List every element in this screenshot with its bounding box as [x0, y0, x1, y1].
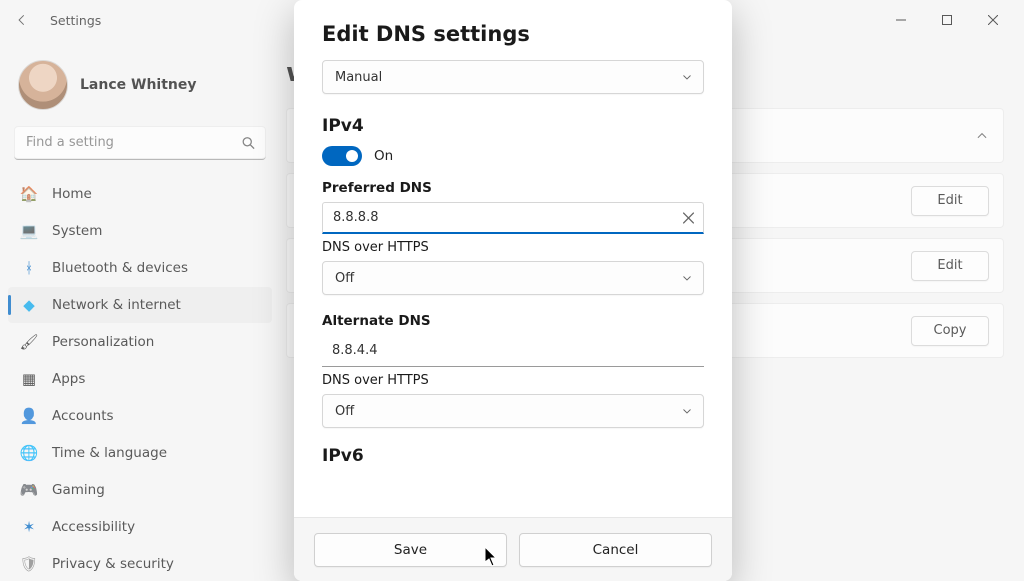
dialog-title: Edit DNS settings — [322, 22, 704, 46]
clear-input-button[interactable] — [683, 213, 694, 224]
sidebar-item-personalization[interactable]: 🖌 Personalization — [8, 324, 272, 360]
gaming-icon: 🎮 — [20, 481, 38, 499]
sidebar-item-gaming[interactable]: 🎮 Gaming — [8, 472, 272, 508]
dialog-footer: Save Cancel — [294, 517, 732, 581]
dns-settings-dialog: Edit DNS settings Manual IPv4 On Preferr… — [294, 0, 732, 581]
sidebar-item-privacy[interactable]: 🛡 Privacy & security — [8, 546, 272, 581]
copy-button[interactable]: Copy — [911, 316, 989, 346]
user-name: Lance Whitney — [80, 77, 197, 93]
avatar — [18, 60, 68, 110]
doh2-label: DNS over HTTPS — [322, 373, 704, 388]
user-block[interactable]: Lance Whitney — [8, 52, 272, 126]
dns-mode-select[interactable]: Manual — [322, 60, 704, 94]
home-icon: 🏠 — [20, 185, 38, 203]
accessibility-icon: ✶ — [20, 518, 38, 536]
save-button[interactable]: Save — [314, 533, 507, 567]
sidebar-item-bluetooth[interactable]: ᚼ Bluetooth & devices — [8, 250, 272, 286]
minimize-button[interactable] — [878, 4, 924, 36]
privacy-icon: 🛡 — [20, 555, 38, 573]
nav: 🏠 Home 💻 System ᚼ Bluetooth & devices ◆ Netw… — [8, 176, 272, 581]
sidebar-item-label: Accessibility — [52, 519, 135, 535]
sidebar-item-time[interactable]: 🌐 Time & language — [8, 435, 272, 471]
sidebar-item-label: Apps — [52, 371, 85, 387]
time-icon: 🌐 — [20, 444, 38, 462]
sidebar-item-label: Privacy & security — [52, 556, 174, 572]
search-input[interactable] — [14, 126, 266, 160]
sidebar-item-accessibility[interactable]: ✶ Accessibility — [8, 509, 272, 545]
sidebar-item-label: Gaming — [52, 482, 105, 498]
alternate-dns-input[interactable] — [322, 335, 704, 367]
edit-button[interactable]: Edit — [911, 251, 989, 281]
search-icon — [241, 136, 256, 151]
system-icon: 💻 — [20, 222, 38, 240]
preferred-dns-input[interactable] — [322, 202, 704, 234]
select-value: Off — [335, 271, 354, 286]
select-value: Off — [335, 404, 354, 419]
sidebar-item-label: Bluetooth & devices — [52, 260, 188, 276]
chevron-up-icon — [975, 129, 989, 143]
sidebar-item-accounts[interactable]: 👤 Accounts — [8, 398, 272, 434]
sidebar-item-home[interactable]: 🏠 Home — [8, 176, 272, 212]
cancel-button[interactable]: Cancel — [519, 533, 712, 567]
window-title: Settings — [50, 13, 101, 28]
chevron-down-icon — [681, 405, 693, 417]
sidebar-item-label: Home — [52, 186, 92, 202]
maximize-button[interactable] — [924, 4, 970, 36]
chevron-down-icon — [681, 71, 693, 83]
chevron-down-icon — [681, 272, 693, 284]
sidebar-item-system[interactable]: 💻 System — [8, 213, 272, 249]
close-button[interactable] — [970, 4, 1016, 36]
personalization-icon: 🖌 — [20, 333, 38, 351]
ipv6-heading: IPv6 — [322, 446, 704, 466]
doh-select[interactable]: Off — [322, 261, 704, 295]
accounts-icon: 👤 — [20, 407, 38, 425]
alternate-dns-label: Alternate DNS — [322, 313, 704, 329]
network-icon: ◆ — [20, 296, 38, 314]
bluetooth-icon: ᚼ — [20, 259, 38, 277]
apps-icon: ▦ — [20, 370, 38, 388]
sidebar-item-apps[interactable]: ▦ Apps — [8, 361, 272, 397]
sidebar-item-network[interactable]: ◆ Network & internet — [8, 287, 272, 323]
ipv4-toggle-label: On — [374, 148, 393, 164]
ipv4-toggle[interactable] — [322, 146, 362, 166]
doh2-select[interactable]: Off — [322, 394, 704, 428]
edit-button[interactable]: Edit — [911, 186, 989, 216]
ipv4-heading: IPv4 — [322, 116, 704, 136]
preferred-dns-label: Preferred DNS — [322, 180, 704, 196]
sidebar-item-label: Accounts — [52, 408, 114, 424]
sidebar: Lance Whitney 🏠 Home 💻 System ᚼ Bluetooth &… — [0, 40, 280, 581]
back-button[interactable] — [8, 6, 36, 34]
sidebar-item-label: Personalization — [52, 334, 154, 350]
select-value: Manual — [335, 70, 382, 85]
sidebar-item-label: Time & language — [52, 445, 167, 461]
sidebar-item-label: System — [52, 223, 102, 239]
sidebar-item-label: Network & internet — [52, 297, 181, 313]
doh-label: DNS over HTTPS — [322, 240, 704, 255]
